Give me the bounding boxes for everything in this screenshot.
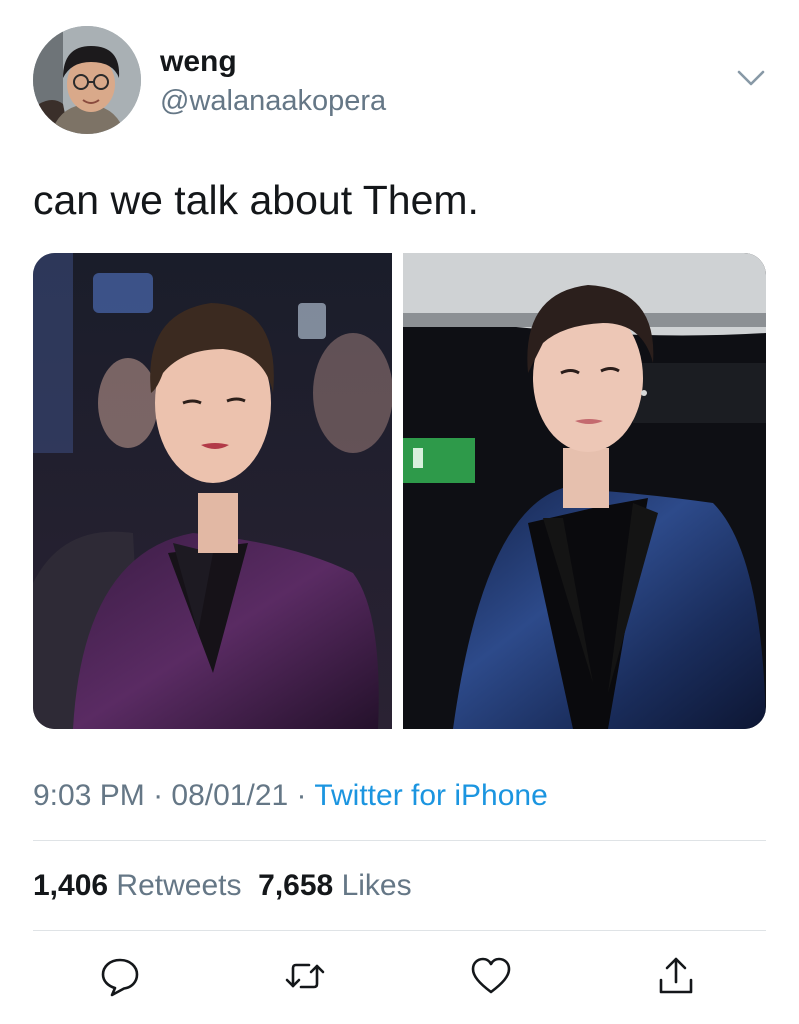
retweets-label: Retweets <box>116 869 242 902</box>
tweet-text: can we talk about Them. <box>33 177 479 223</box>
tweet-meta: 9:03 PM · 08/01/21 · Twitter for iPhone <box>33 776 548 816</box>
retweets-stat[interactable]: 1,406 Retweets <box>33 869 241 902</box>
chevron-down-icon[interactable] <box>736 68 766 88</box>
meta-separator: · <box>153 779 164 812</box>
heart-icon[interactable] <box>469 954 513 998</box>
author-display-name[interactable]: weng <box>160 44 237 80</box>
retweet-icon[interactable] <box>283 954 327 998</box>
tweet-date[interactable]: 08/01/21 <box>171 779 288 812</box>
tweet-media <box>33 253 766 729</box>
tweet-photo-left[interactable] <box>33 253 392 729</box>
likes-label: Likes <box>341 869 412 902</box>
share-icon[interactable] <box>654 954 698 998</box>
likes-count: 7,658 <box>258 869 334 902</box>
avatar[interactable] <box>33 26 141 134</box>
tweet-photo-right[interactable] <box>403 253 766 729</box>
divider <box>33 930 766 931</box>
reply-icon[interactable] <box>98 954 142 998</box>
tweet-time[interactable]: 9:03 PM <box>33 779 145 812</box>
author-handle[interactable]: @walanaakopera <box>160 84 386 118</box>
divider <box>33 840 766 841</box>
tweet-stats: 1,406 Retweets 7,658 Likes <box>33 866 412 906</box>
retweets-count: 1,406 <box>33 869 109 902</box>
likes-stat[interactable]: 7,658 Likes <box>258 869 411 902</box>
avatar-image <box>33 26 141 134</box>
tweet-source-link[interactable]: Twitter for iPhone <box>314 779 547 812</box>
meta-separator: · <box>296 779 307 812</box>
